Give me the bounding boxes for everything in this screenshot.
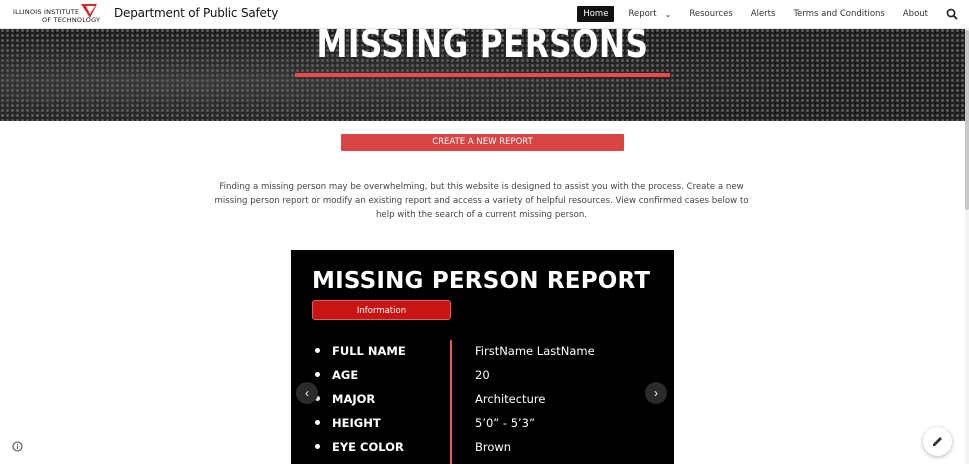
field-labels: FULL NAME AGE MAJOR HEIGHT EYE COLOR: [315, 344, 406, 464]
nav-alerts[interactable]: Alerts: [751, 9, 776, 19]
field-label: HEIGHT: [332, 416, 381, 430]
field-label: MAJOR: [332, 392, 376, 406]
column-divider: [450, 340, 452, 464]
intro-paragraph: Finding a missing person may be overwhel…: [214, 182, 749, 220]
information-tab[interactable]: Information: [312, 300, 451, 320]
logo-line-1: ILLINOIS INSTITUTE: [13, 8, 80, 16]
bullet-icon: [315, 348, 320, 353]
carousel-next-button[interactable]: ›: [645, 382, 667, 404]
nav-about[interactable]: About: [903, 9, 928, 19]
chevron-left-icon: ‹: [305, 386, 309, 400]
field-label: AGE: [332, 368, 359, 382]
bullet-icon: [315, 372, 320, 377]
logo-mark-icon: [81, 4, 97, 18]
info-icon[interactable]: [12, 441, 23, 452]
hero-banner: MISSING PERSONS: [0, 28, 965, 121]
chevron-down-icon[interactable]: ⌄: [665, 10, 672, 19]
search-icon[interactable]: [946, 8, 958, 20]
nav-home[interactable]: Home: [577, 6, 615, 22]
field-value: 5’0” - 5’3”: [475, 416, 535, 430]
field-value: Brown: [475, 440, 512, 454]
create-report-button[interactable]: CREATE A NEW REPORT: [341, 134, 624, 151]
bullet-icon: [315, 444, 320, 449]
nav-resources[interactable]: Resources: [689, 9, 732, 19]
field-value: FirstName LastName: [475, 344, 595, 358]
carousel-prev-button[interactable]: ‹: [296, 382, 318, 404]
site-title[interactable]: Department of Public Safety: [114, 6, 278, 20]
report-title: MISSING PERSON REPORT: [312, 268, 651, 294]
field-label: EYE COLOR: [332, 440, 404, 454]
list-item: FULL NAME: [315, 344, 406, 368]
title-underline: [295, 73, 670, 77]
nav-report-label: Report: [628, 9, 657, 19]
field-values: FirstName LastName 20 Architecture 5’0” …: [475, 344, 595, 464]
page-title: MISSING PERSONS: [316, 28, 649, 66]
chevron-right-icon: ›: [654, 386, 658, 400]
nav-report[interactable]: Report ⌄: [628, 9, 671, 19]
report-carousel: MISSING PERSON REPORT Information FULL N…: [291, 250, 674, 464]
institute-logo[interactable]: ILLINOIS INSTITUTE OF TECHNOLOGY: [13, 3, 109, 25]
list-item: HEIGHT: [315, 416, 406, 440]
bullet-icon: [315, 420, 320, 425]
list-item: AGE: [315, 368, 406, 392]
scrollbar-thumb[interactable]: [965, 30, 969, 210]
top-navigation-bar: ILLINOIS INSTITUTE OF TECHNOLOGY Departm…: [0, 0, 969, 29]
field-label: FULL NAME: [332, 344, 406, 358]
list-item: MAJOR: [315, 392, 406, 416]
main-nav: Home Report ⌄ Resources Alerts Terms and …: [577, 0, 969, 28]
list-item: EYE COLOR: [315, 440, 406, 464]
field-value: 20: [475, 368, 490, 382]
nav-terms[interactable]: Terms and Conditions: [793, 9, 884, 19]
edit-page-button[interactable]: [923, 427, 952, 456]
pencil-icon: [933, 437, 942, 446]
field-value: Architecture: [475, 392, 546, 406]
